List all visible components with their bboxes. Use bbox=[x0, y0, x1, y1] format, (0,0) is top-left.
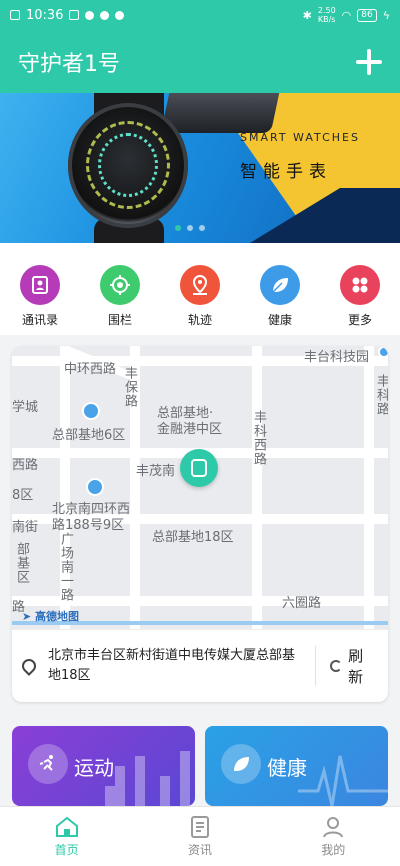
track-pin-icon bbox=[180, 265, 220, 305]
nav-news[interactable]: 资讯 bbox=[160, 807, 240, 866]
poi-pin-icon[interactable] bbox=[82, 402, 100, 420]
smartwatch-image bbox=[68, 103, 188, 228]
app-notification-icon bbox=[69, 10, 80, 20]
fence-target-icon bbox=[100, 265, 140, 305]
poi-pin-icon[interactable] bbox=[378, 346, 388, 358]
map-label: 金融港中区 bbox=[157, 422, 223, 437]
nav-news-label: 资讯 bbox=[187, 842, 212, 857]
refresh-label: 刷新 bbox=[348, 647, 364, 686]
watch-location-marker[interactable] bbox=[180, 449, 218, 487]
banner-subtitle: SMART WATCHES bbox=[240, 131, 360, 144]
notification-icon bbox=[10, 10, 20, 20]
map-label: 路188号9区 bbox=[52, 518, 125, 533]
penguin-icon bbox=[100, 10, 110, 20]
quick-item-label: 围栏 bbox=[107, 313, 132, 327]
map-label: 部基区 bbox=[14, 542, 29, 584]
map-label: 丰茂南 bbox=[136, 464, 176, 479]
quick-menu: 通讯录 围栏 轨迹 健康 更多 bbox=[0, 243, 400, 335]
quick-item-contacts[interactable]: 通讯录 bbox=[10, 265, 70, 335]
leaf-icon bbox=[221, 744, 261, 784]
status-bar: 10:36 ✱ 2.50 KB/s ◠ 86 ϟ bbox=[0, 0, 400, 30]
map-label: 中环西路 bbox=[64, 362, 117, 377]
health-card[interactable]: 健康 bbox=[205, 726, 388, 806]
location-icon bbox=[115, 10, 125, 20]
map-label: 丰科路 bbox=[374, 374, 388, 416]
running-icon bbox=[28, 744, 68, 784]
bluetooth-icon: ✱ bbox=[302, 8, 312, 22]
profile-icon bbox=[323, 816, 344, 837]
banner-device-slab bbox=[160, 93, 280, 133]
quick-item-more[interactable]: 更多 bbox=[330, 265, 390, 335]
charging-icon: ϟ bbox=[382, 8, 390, 22]
location-card: 中环西路 丰台科技园 学城 总部基地6区 总部基地· 金融港中区 丰科西路 丰茂… bbox=[12, 346, 388, 702]
quick-item-fence[interactable]: 围栏 bbox=[90, 265, 150, 335]
watch-icon bbox=[191, 459, 207, 477]
quick-item-track[interactable]: 轨迹 bbox=[170, 265, 230, 335]
battery-indicator: 86 bbox=[357, 8, 377, 22]
nav-profile-label: 我的 bbox=[321, 842, 346, 857]
map-label: 六圈路 bbox=[282, 596, 322, 611]
map-label: 丰保路 bbox=[122, 366, 137, 408]
refresh-button[interactable]: 刷新 bbox=[330, 645, 378, 687]
network-speed: 2.50 KB/s bbox=[317, 6, 336, 24]
banner-title: 智能手表 bbox=[240, 162, 332, 182]
wifi-icon: ◠ bbox=[341, 8, 352, 22]
pager-dot[interactable] bbox=[199, 225, 205, 231]
sport-card-decoration bbox=[105, 751, 190, 806]
leaf-icon bbox=[260, 265, 300, 305]
map-label: 总部基地6区 bbox=[52, 428, 126, 443]
nav-home[interactable]: 首页 bbox=[27, 807, 107, 866]
map-label: 学城 bbox=[12, 400, 39, 415]
bottom-navigation: 首页 资讯 我的 bbox=[0, 806, 400, 866]
status-time: 10:36 bbox=[26, 7, 64, 23]
pager-dot[interactable] bbox=[175, 225, 181, 231]
quick-item-label: 通讯录 bbox=[21, 313, 58, 327]
location-icon bbox=[19, 656, 39, 676]
quick-item-label: 健康 bbox=[267, 313, 292, 327]
sport-card[interactable]: 运动 bbox=[12, 726, 195, 806]
news-icon bbox=[190, 815, 209, 838]
quick-item-label: 轨迹 bbox=[187, 313, 212, 327]
map-label: 丰台科技园 bbox=[304, 350, 370, 365]
address-text: 北京市丰台区新村街道中电传媒大厦总部基地18区 bbox=[48, 648, 296, 683]
chat-icon bbox=[85, 10, 95, 20]
poi-pin-icon[interactable] bbox=[86, 478, 104, 496]
map-label: 总部基地18区 bbox=[152, 530, 234, 545]
map-view[interactable]: 中环西路 丰台科技园 学城 总部基地6区 总部基地· 金融港中区 丰科西路 丰茂… bbox=[12, 346, 388, 629]
grid-more-icon bbox=[340, 265, 380, 305]
promo-banner[interactable]: SMART WATCHES 智能手表 bbox=[0, 93, 400, 243]
nav-home-label: 首页 bbox=[54, 842, 79, 857]
quick-item-health[interactable]: 健康 bbox=[250, 265, 310, 335]
map-label: 广场南一路 bbox=[58, 532, 73, 602]
map-label: 丰科西路 bbox=[251, 410, 266, 466]
map-road bbox=[252, 346, 262, 629]
map-provider-name: 高德地图 bbox=[35, 610, 80, 623]
plus-icon[interactable] bbox=[356, 48, 382, 75]
address-bar: 北京市丰台区新村街道中电传媒大厦总部基地18区 刷新 bbox=[12, 629, 388, 702]
app-bar: 守护者1号 bbox=[0, 30, 400, 93]
map-label: 8区 bbox=[12, 488, 34, 503]
device-title: 守护者1号 bbox=[18, 51, 120, 77]
health-card-decoration bbox=[298, 755, 388, 806]
divider bbox=[315, 646, 317, 686]
quick-item-label: 更多 bbox=[347, 313, 372, 327]
map-provider-logo: ➤ 高德地图 bbox=[22, 610, 80, 623]
map-label: 西路 bbox=[12, 458, 39, 473]
banner-pager bbox=[175, 225, 205, 231]
watch-inner-ring bbox=[98, 133, 158, 197]
home-icon bbox=[55, 816, 78, 837]
pager-dot[interactable] bbox=[187, 225, 193, 231]
nav-profile[interactable]: 我的 bbox=[293, 807, 373, 866]
refresh-icon bbox=[330, 660, 343, 672]
map-label: 南街 bbox=[12, 520, 39, 535]
contacts-icon bbox=[20, 265, 60, 305]
